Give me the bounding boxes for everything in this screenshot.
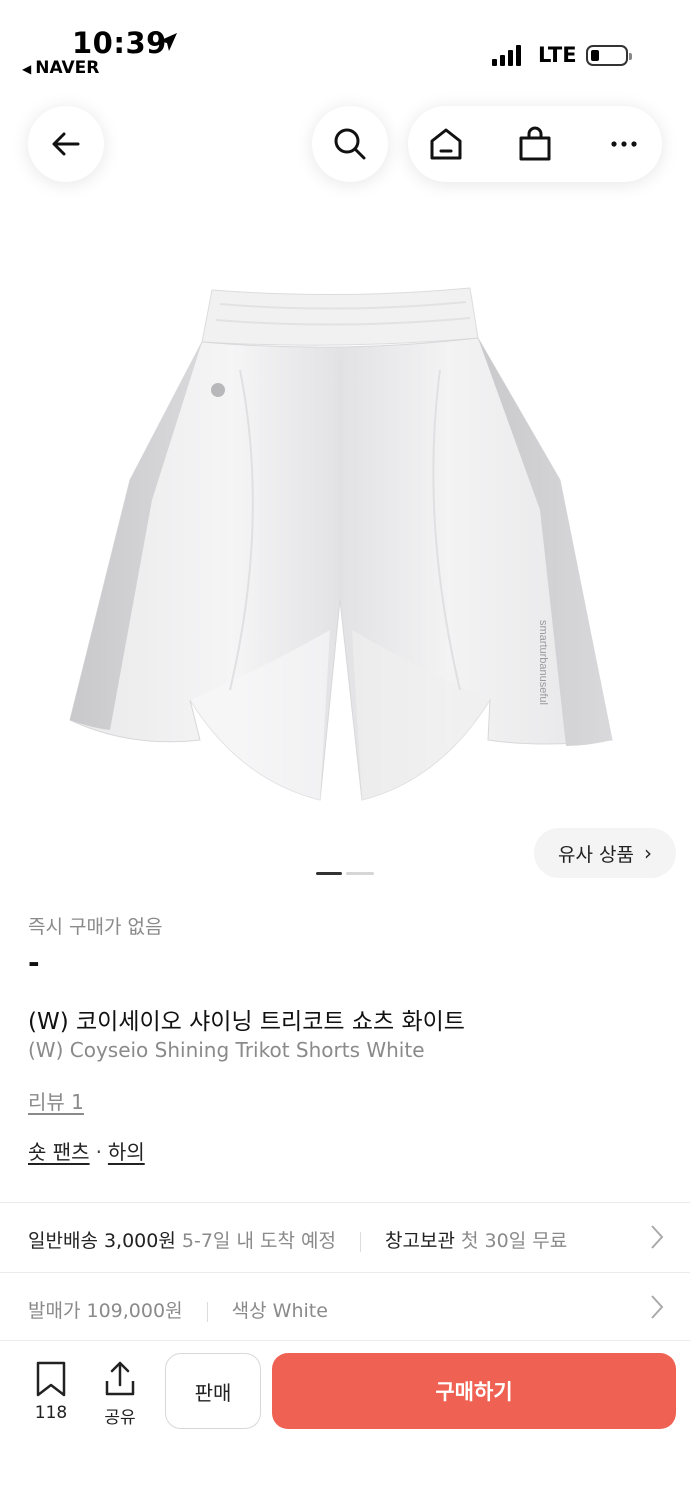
shopping-bag-icon xyxy=(519,126,551,161)
more-button[interactable] xyxy=(586,106,662,182)
release-price-label: 발매가 xyxy=(28,1300,81,1322)
status-time: 10:39 xyxy=(72,26,167,60)
review-link[interactable]: 리뷰 1 xyxy=(28,1086,84,1115)
product-title-en: (W) Coyseio Shining Trikot Shorts White xyxy=(28,1038,425,1062)
category-separator: · xyxy=(95,1140,102,1164)
bookmark-button[interactable]: 118 xyxy=(23,1361,79,1423)
category-breadcrumb: 숏 팬츠 · 하의 xyxy=(28,1136,145,1165)
shipping-eta: 5-7일 내 도착 예정 xyxy=(181,1230,336,1252)
product-info: 발매가 109,000원 색상 White xyxy=(28,1296,328,1323)
bookmark-icon xyxy=(36,1361,66,1397)
signal-icon xyxy=(492,44,524,66)
chevron-right-icon xyxy=(651,1225,664,1249)
search-button[interactable] xyxy=(312,106,388,182)
product-title-ko: (W) 코이세이오 샤이닝 트리코트 쇼츠 화이트 xyxy=(28,1009,465,1035)
arrow-left-icon xyxy=(52,132,80,156)
row-separator xyxy=(359,1231,361,1252)
similar-products-label: 유사 상품 xyxy=(558,843,634,866)
chevron-right-icon xyxy=(651,1295,664,1319)
back-app-label: NAVER xyxy=(35,58,100,78)
divider xyxy=(0,1272,690,1273)
storage-detail: 첫 30일 무료 xyxy=(461,1230,568,1252)
storage-label: 창고보관 xyxy=(385,1230,455,1252)
chevron-right-icon: › xyxy=(643,841,652,865)
instant-price-value: - xyxy=(28,946,40,979)
sell-button[interactable]: 판매 xyxy=(165,1353,261,1429)
shipping-price: 3,000원 xyxy=(103,1230,176,1252)
product-image[interactable]: smarturbanuseful xyxy=(40,270,650,810)
more-horizontal-icon xyxy=(611,141,637,147)
status-bar: 10:39 ◀ NAVER LTE xyxy=(0,0,690,88)
share-label: 공유 xyxy=(104,1408,136,1428)
bookmark-count: 118 xyxy=(34,1403,68,1423)
row-separator xyxy=(206,1301,208,1322)
bottom-action-bar: 118 공유 판매 구매하기 xyxy=(0,1340,690,1500)
home-button[interactable] xyxy=(408,106,484,182)
pager-dot-active xyxy=(316,872,342,875)
divider xyxy=(0,1202,690,1203)
similar-products-button[interactable]: 유사 상품 › xyxy=(534,828,676,878)
share-button[interactable]: 공유 xyxy=(92,1361,148,1428)
network-type: LTE xyxy=(538,43,577,67)
battery-icon xyxy=(586,45,632,66)
svg-text:smarturbanuseful: smarturbanuseful xyxy=(537,620,549,705)
color-label: 색상 xyxy=(231,1300,267,1322)
category-link-shorts[interactable]: 숏 팬츠 xyxy=(28,1140,90,1164)
back-to-app-link[interactable]: ◀ NAVER xyxy=(22,58,99,78)
category-link-bottoms[interactable]: 하의 xyxy=(108,1140,145,1164)
cart-button[interactable] xyxy=(497,106,573,182)
color-value: White xyxy=(272,1300,328,1322)
share-icon xyxy=(105,1361,135,1396)
buy-button[interactable]: 구매하기 xyxy=(272,1353,676,1429)
search-icon xyxy=(334,128,366,160)
location-arrow-icon xyxy=(159,33,177,51)
shipping-label: 일반배송 xyxy=(28,1230,98,1252)
home-icon xyxy=(430,128,462,160)
shipping-info: 일반배송 3,000원 5-7일 내 도착 예정 창고보관 첫 30일 무료 xyxy=(28,1226,567,1253)
release-price-value: 109,000원 xyxy=(86,1300,183,1322)
shipping-row[interactable]: 일반배송 3,000원 5-7일 내 도착 예정 창고보관 첫 30일 무료 xyxy=(0,1204,690,1272)
nav-actions xyxy=(408,106,662,182)
pager-dot xyxy=(346,872,374,875)
instant-price-label: 즉시 구매가 없음 xyxy=(28,916,163,938)
product-info-row[interactable]: 발매가 109,000원 색상 White xyxy=(0,1274,690,1342)
back-button[interactable] xyxy=(28,106,104,182)
